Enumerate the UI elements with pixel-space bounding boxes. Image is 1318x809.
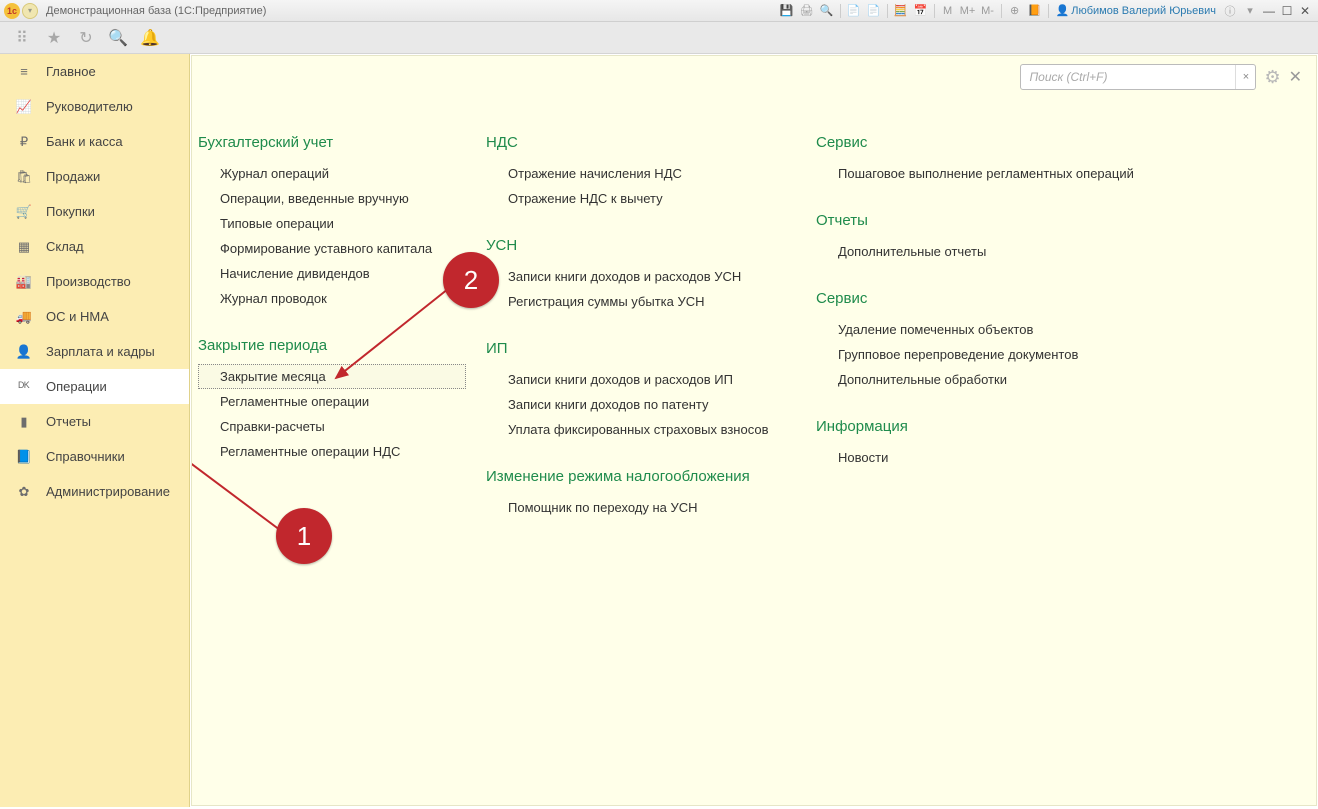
settings-gear-icon[interactable]: ⚙	[1264, 67, 1280, 88]
calc-icon[interactable]: 🧮	[892, 2, 910, 20]
search-clear-button[interactable]: ×	[1235, 65, 1255, 89]
link-extra-reports[interactable]: Дополнительные отчеты	[816, 239, 1156, 264]
link-usn-switch[interactable]: Помощник по переходу на УСН	[486, 495, 796, 520]
sidebar-item-purchase[interactable]: 🛒Покупки	[0, 194, 189, 229]
link-entries-journal[interactable]: Журнал проводок	[198, 286, 466, 311]
group-nds: НДС	[486, 134, 796, 151]
group-tax-mode: Изменение режима налогообложения	[486, 468, 796, 485]
ruble-icon: ₽	[14, 132, 34, 152]
link-delete-marked[interactable]: Удаление помеченных объектов	[816, 317, 1156, 342]
link-stepwise-reg[interactable]: Пошаговое выполнение регламентных операц…	[816, 161, 1156, 186]
link-ip-patent[interactable]: Записи книги доходов по патенту	[486, 392, 796, 417]
bell-icon[interactable]: 🔔	[136, 24, 164, 52]
app-menu-dropdown[interactable]: ▾	[22, 3, 38, 19]
preview-icon[interactable]: 🔍	[818, 2, 836, 20]
dropdown-icon[interactable]: ▾	[1241, 2, 1259, 20]
group-ip: ИП	[486, 340, 796, 357]
minimize-button[interactable]: —	[1260, 2, 1278, 20]
toolbar: ⠿ ★ ↻ 🔍 🔔	[0, 22, 1318, 54]
link-reg-operations[interactable]: Регламентные операции	[198, 389, 466, 414]
annotation-badge-2: 2	[443, 252, 499, 308]
group-info: Информация	[816, 418, 1156, 435]
group-period-close: Закрытие периода	[198, 337, 466, 354]
calendar-icon[interactable]: 📅	[912, 2, 930, 20]
sidebar: ≡Главное 📈Руководителю ₽Банк и касса 🛍Пр…	[0, 54, 190, 807]
window-title: Демонстрационная база (1С:Предприятие)	[46, 5, 266, 17]
sidebar-item-assets[interactable]: 🚚ОС и НМА	[0, 299, 189, 334]
search-icon[interactable]: 🔍	[104, 24, 132, 52]
book-icon: 📘	[14, 447, 34, 467]
main-panel: × ⚙ ✕ Бухгалтерский учет Журнал операций…	[191, 55, 1317, 806]
titlebar: 1c ▾ Демонстрационная база (1С:Предприят…	[0, 0, 1318, 22]
link-typical-operations[interactable]: Типовые операции	[198, 211, 466, 236]
annotation-badge-1: 1	[276, 508, 332, 564]
link-month-close[interactable]: Закрытие месяца	[198, 364, 466, 389]
link-ip-book[interactable]: Записи книги доходов и расходов ИП	[486, 367, 796, 392]
link-nds-deduction[interactable]: Отражение НДС к вычету	[486, 186, 796, 211]
print-icon[interactable]: 🖨	[798, 2, 816, 20]
user-name[interactable]: 👤Любимов Валерий Юрьевич	[1056, 4, 1216, 17]
zoom-in-icon[interactable]: ⊕	[1006, 2, 1024, 20]
link-usn-book[interactable]: Записи книги доходов и расходов УСН	[486, 264, 796, 289]
search-input[interactable]	[1021, 70, 1235, 84]
group-service2: Сервис	[816, 290, 1156, 307]
maximize-button[interactable]: ☐	[1278, 2, 1296, 20]
sidebar-item-references[interactable]: 📘Справочники	[0, 439, 189, 474]
apps-icon[interactable]: ⠿	[8, 24, 36, 52]
user-icon: 👤	[1056, 4, 1070, 17]
info-icon[interactable]: ⓘ	[1221, 2, 1239, 20]
app-logo-icon: 1c	[4, 3, 20, 19]
chart-up-icon: 📈	[14, 97, 34, 117]
sidebar-item-admin[interactable]: ✿Администрирование	[0, 474, 189, 509]
group-service1: Сервис	[816, 134, 1156, 151]
link-usn-loss[interactable]: Регистрация суммы убытка УСН	[486, 289, 796, 314]
favorite-icon[interactable]: ★	[40, 24, 68, 52]
memory-m-icon[interactable]: M	[939, 2, 957, 20]
link-dividends[interactable]: Начисление дивидендов	[198, 261, 466, 286]
sidebar-item-sales[interactable]: 🛍Продажи	[0, 159, 189, 194]
link-journal-operations[interactable]: Журнал операций	[198, 161, 466, 186]
dtkt-icon: ᴰᴷ	[14, 377, 34, 397]
group-usn: УСН	[486, 237, 796, 254]
link-group-repost[interactable]: Групповое перепроведение документов	[816, 342, 1156, 367]
link-calc-references[interactable]: Справки-расчеты	[198, 414, 466, 439]
sidebar-item-manager[interactable]: 📈Руководителю	[0, 89, 189, 124]
grid-icon: ▦	[14, 237, 34, 257]
sidebar-item-production[interactable]: 🏭Производство	[0, 264, 189, 299]
link-news[interactable]: Новости	[816, 445, 1156, 470]
sidebar-item-warehouse[interactable]: ▦Склад	[0, 229, 189, 264]
memory-mplus-icon[interactable]: M+	[959, 2, 977, 20]
link-ip-fixed[interactable]: Уплата фиксированных страховых взносов	[486, 417, 796, 442]
close-button[interactable]: ✕	[1296, 2, 1314, 20]
save-icon[interactable]: 💾	[778, 2, 796, 20]
link-reg-operations-nds[interactable]: Регламентные операции НДС	[198, 439, 466, 464]
link-nds-accrual[interactable]: Отражение начисления НДС	[486, 161, 796, 186]
sidebar-item-hr[interactable]: 👤Зарплата и кадры	[0, 334, 189, 369]
memory-mminus-icon[interactable]: M-	[979, 2, 997, 20]
truck-icon: 🚚	[14, 307, 34, 327]
doc1-icon[interactable]: 📄	[845, 2, 863, 20]
link-equity-formation[interactable]: Формирование уставного капитала	[198, 236, 466, 261]
menu-icon: ≡	[14, 62, 34, 82]
doc2-icon[interactable]: 📄	[865, 2, 883, 20]
search-field[interactable]: ×	[1020, 64, 1256, 90]
history-icon[interactable]: ↻	[72, 24, 100, 52]
group-reports: Отчеты	[816, 212, 1156, 229]
book-icon[interactable]: 📙	[1026, 2, 1044, 20]
sidebar-item-reports[interactable]: ▮Отчеты	[0, 404, 189, 439]
link-extra-processing[interactable]: Дополнительные обработки	[816, 367, 1156, 392]
link-manual-operations[interactable]: Операции, введенные вручную	[198, 186, 466, 211]
bag-icon: 🛍	[14, 167, 34, 187]
bars-icon: ▮	[14, 412, 34, 432]
sidebar-item-main[interactable]: ≡Главное	[0, 54, 189, 89]
gear-icon: ✿	[14, 482, 34, 502]
sidebar-item-bank[interactable]: ₽Банк и касса	[0, 124, 189, 159]
sidebar-item-operations[interactable]: ᴰᴷОперации	[0, 369, 189, 404]
close-panel-button[interactable]: ✕	[1289, 67, 1302, 87]
cart-icon: 🛒	[14, 202, 34, 222]
person-icon: 👤	[14, 342, 34, 362]
group-accounting: Бухгалтерский учет	[198, 134, 466, 151]
factory-icon: 🏭	[14, 272, 34, 292]
